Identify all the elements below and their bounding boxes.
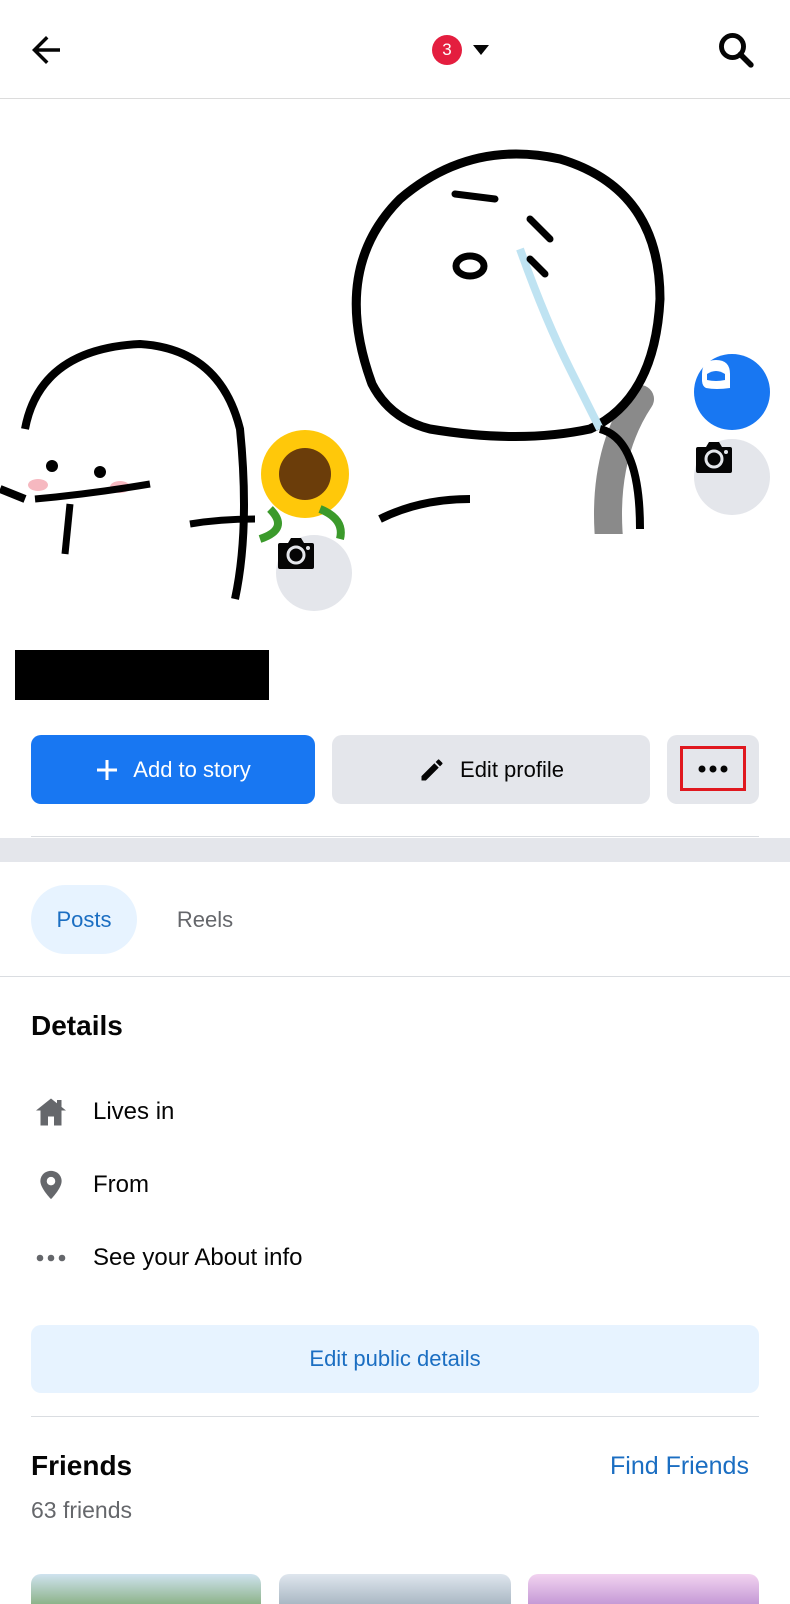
edit-profile-picture-button[interactable] <box>276 535 352 611</box>
edit-profile-label: Edit profile <box>460 756 564 782</box>
more-dots-icon <box>31 1238 71 1278</box>
home-icon <box>31 1092 71 1132</box>
search-icon <box>719 33 754 68</box>
add-to-story-button[interactable]: Add to story <box>31 735 315 804</box>
sunflower-icon <box>258 430 349 543</box>
avatar-icon <box>702 360 730 389</box>
find-friends-link[interactable]: Find Friends <box>610 1452 749 1481</box>
top-bar: 3 <box>0 0 790 99</box>
search-button[interactable] <box>712 26 760 74</box>
profile-actions: Add to story Edit profile <box>0 735 790 805</box>
section-separator <box>0 838 790 862</box>
add-to-story-label: Add to story <box>133 756 251 782</box>
more-options-button[interactable] <box>667 735 759 804</box>
edit-cover-photo-button[interactable] <box>694 439 770 515</box>
friends-count: 63 friends <box>31 1497 133 1523</box>
notification-badge: 3 <box>432 35 462 65</box>
tab-posts[interactable]: Posts <box>31 885 137 954</box>
about-info-label: See your About info <box>93 1244 303 1271</box>
notifications-dropdown[interactable]: 3 <box>432 34 490 66</box>
plus-icon <box>97 759 118 780</box>
back-button[interactable] <box>22 26 70 74</box>
arrow-left-icon <box>32 36 60 64</box>
pencil-icon <box>421 758 443 780</box>
edit-public-details-button[interactable]: Edit public details <box>31 1325 759 1393</box>
camera-icon <box>278 538 314 569</box>
edit-profile-button[interactable]: Edit profile <box>332 735 650 804</box>
details-title: Details <box>31 1010 123 1041</box>
tabs-divider <box>0 976 790 977</box>
lives-in-label: Lives in <box>93 1098 175 1125</box>
from-label: From <box>93 1171 149 1198</box>
more-dots-icon <box>698 765 728 772</box>
location-pin-icon <box>31 1165 71 1205</box>
detail-about-info[interactable]: See your About info <box>31 1236 302 1280</box>
friends-title: Friends <box>31 1450 133 1481</box>
divider <box>31 836 759 837</box>
more-options-highlight <box>680 746 746 791</box>
cover-area <box>0 99 790 619</box>
camera-icon <box>696 442 732 473</box>
avatar-button[interactable] <box>694 354 770 430</box>
cover-photo-illustration[interactable] <box>0 99 790 619</box>
tab-reels[interactable]: Reels <box>160 885 250 954</box>
profile-name-redacted <box>15 650 269 700</box>
caret-down-icon <box>473 45 489 55</box>
detail-lives-in[interactable]: Lives in <box>31 1090 174 1134</box>
divider <box>31 1416 759 1417</box>
detail-from[interactable]: From <box>31 1163 149 1207</box>
